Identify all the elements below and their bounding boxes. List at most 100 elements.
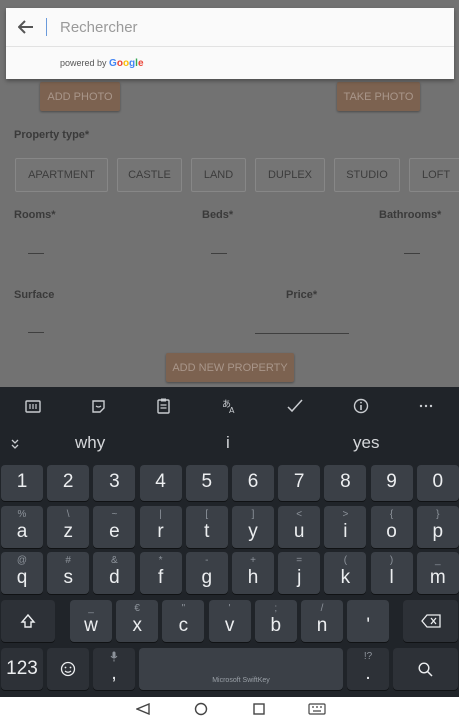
key-d[interactable]: & d	[93, 552, 136, 594]
recents-nav-icon[interactable]	[248, 700, 270, 718]
key-0[interactable]: 0	[416, 465, 459, 501]
emoji-key[interactable]	[47, 648, 89, 690]
take-photo-button[interactable]: TAKE PHOTO	[337, 82, 420, 111]
search-input[interactable]	[46, 18, 426, 36]
chip-loft[interactable]: LOFT	[409, 158, 459, 192]
key-o-alt: {	[389, 509, 394, 520]
key-b-alt: ;	[274, 603, 278, 614]
key-r-alt: |	[159, 509, 162, 520]
num-toggle-key[interactable]: 123	[1, 648, 43, 690]
key-1[interactable]: 1	[1, 465, 43, 501]
key-6[interactable]: 6	[232, 465, 274, 501]
key-g[interactable]: -g	[185, 552, 228, 594]
key-6-label: 6	[247, 471, 259, 492]
sticker-icon[interactable]	[78, 387, 118, 425]
key-n[interactable]: / n	[301, 600, 343, 642]
keyboard-switch-icon[interactable]	[306, 700, 328, 718]
key-k-label: k	[340, 567, 351, 588]
key-9[interactable]: 9	[370, 465, 413, 501]
key-i[interactable]: > i	[324, 506, 367, 548]
add-photo-button[interactable]: ADD PHOTO	[40, 82, 120, 111]
key-n-label: n	[316, 615, 328, 636]
back-arrow-icon[interactable]	[6, 8, 46, 47]
key-x[interactable]: € x	[116, 600, 159, 642]
info-icon[interactable]	[341, 387, 381, 425]
more-icon[interactable]	[406, 387, 446, 425]
key-h-alt: +	[250, 555, 256, 566]
key-7[interactable]: 7	[278, 465, 321, 501]
suggestion-2[interactable]: i	[226, 433, 230, 453]
key-b[interactable]: ; b	[254, 600, 297, 642]
key-s[interactable]: # s	[47, 552, 90, 594]
beds-input[interactable]	[211, 253, 227, 254]
collapse-icon[interactable]	[10, 437, 20, 455]
key-k[interactable]: (k	[324, 552, 367, 594]
powered-by-text: powered by	[60, 58, 107, 68]
chip-castle[interactable]: CASTLE	[117, 158, 182, 192]
key-t[interactable]: [t	[185, 506, 228, 548]
edit-check-icon[interactable]	[275, 387, 315, 425]
chip-apartment[interactable]: APARTMENT	[15, 158, 108, 192]
key-7-label: 7	[293, 471, 305, 492]
key-f[interactable]: * f	[139, 552, 182, 594]
key-l-label: l	[389, 567, 394, 588]
keyboard-settings-icon[interactable]	[13, 387, 53, 425]
key-h[interactable]: + h	[232, 552, 274, 594]
key-o[interactable]: {o	[370, 506, 413, 548]
translate-icon[interactable]: あA	[209, 387, 249, 425]
key-8-label: 8	[340, 471, 351, 492]
home-nav-icon[interactable]	[190, 700, 212, 718]
key-4[interactable]: 4	[139, 465, 182, 501]
key-8[interactable]: 8	[324, 465, 367, 501]
key-f-alt: *	[158, 555, 163, 566]
key-5[interactable]: 5	[185, 465, 228, 501]
key-5-label: 5	[201, 471, 213, 492]
key-s-alt: #	[65, 555, 71, 566]
key-q[interactable]: @ q	[1, 552, 43, 594]
search-key[interactable]	[393, 648, 458, 690]
rooms-input[interactable]	[28, 253, 44, 254]
period-key[interactable]: !?.	[347, 648, 389, 690]
key-r[interactable]: | r	[139, 506, 182, 548]
surface-input[interactable]	[28, 332, 44, 333]
key-y-alt: ]	[251, 509, 255, 520]
suggestion-1[interactable]: why	[75, 433, 105, 453]
key-2[interactable]: 2	[47, 465, 90, 501]
chip-land[interactable]: LAND	[191, 158, 246, 192]
key-w[interactable]: _ w	[70, 600, 112, 642]
key-apostrophe[interactable]: '	[347, 600, 390, 642]
comma-key[interactable]: ,	[93, 648, 135, 690]
key-e[interactable]: ~ e	[93, 506, 136, 548]
key-j-label: j	[297, 567, 302, 588]
key-v[interactable]: ' v	[208, 600, 251, 642]
rooms-label: Rooms*	[14, 209, 56, 221]
key-i-alt: >	[342, 509, 349, 520]
key-l[interactable]: ) l	[370, 552, 413, 594]
bathrooms-input[interactable]	[404, 253, 420, 254]
clipboard-icon[interactable]	[144, 387, 184, 425]
suggestion-3[interactable]: yes	[353, 433, 379, 453]
key-9-label: 9	[386, 471, 397, 492]
key-m-label: m	[429, 567, 446, 588]
key-j[interactable]: = j	[278, 552, 321, 594]
key-a[interactable]: % a	[1, 506, 43, 548]
add-new-property-button[interactable]: ADD NEW PROPERTY	[166, 353, 294, 382]
key-b-label: b	[270, 615, 282, 636]
key-p[interactable]: } p	[416, 506, 459, 548]
space-key[interactable]: Microsoft SwiftKey	[139, 648, 343, 690]
key-y[interactable]: ] y	[232, 506, 274, 548]
key-e-label: e	[109, 521, 120, 542]
key-c[interactable]: " c	[162, 600, 205, 642]
back-nav-icon[interactable]	[132, 700, 154, 718]
key-u[interactable]: < u	[278, 506, 321, 548]
key-j-alt: =	[296, 555, 303, 566]
shift-key[interactable]	[1, 600, 55, 642]
key-3[interactable]: 3	[93, 465, 136, 501]
chip-duplex[interactable]: DUPLEX	[255, 158, 325, 192]
key-z[interactable]: \ z	[47, 506, 90, 548]
key-m[interactable]: _ m	[416, 552, 459, 594]
backspace-key[interactable]	[403, 600, 458, 642]
chip-studio[interactable]: STUDIO	[334, 158, 400, 192]
key-p-label: p	[432, 521, 444, 542]
price-input[interactable]	[255, 333, 349, 334]
